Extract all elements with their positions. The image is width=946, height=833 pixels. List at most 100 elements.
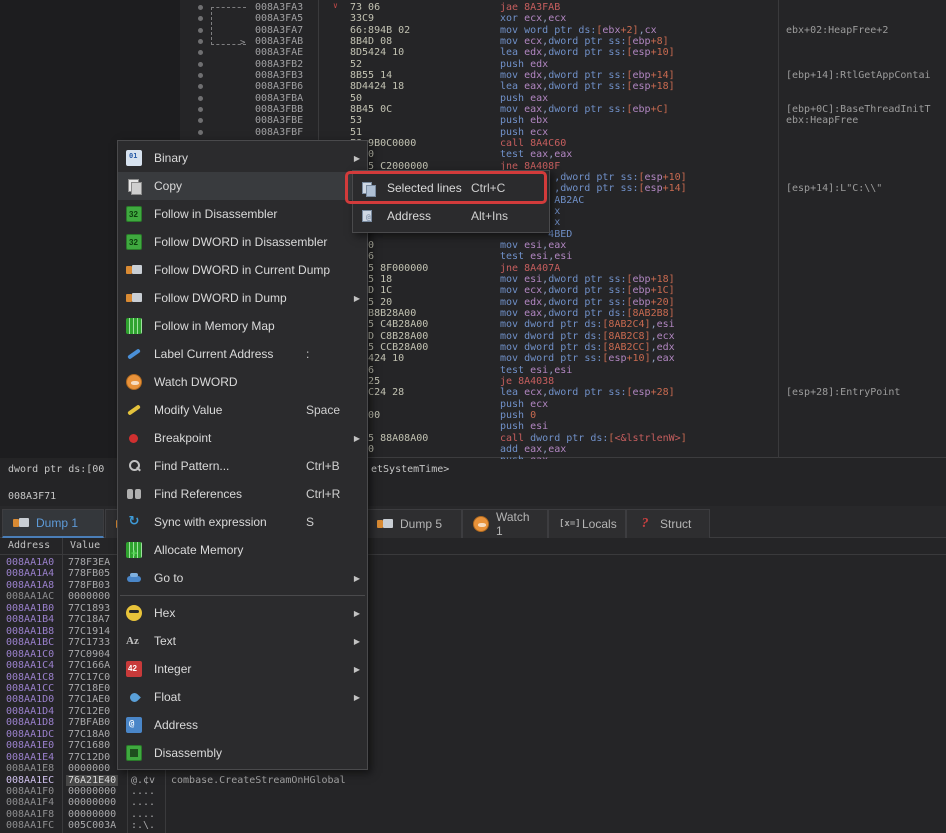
dump-value: 778F3EA bbox=[68, 557, 110, 568]
disasm-instruction: push eax bbox=[500, 93, 548, 104]
dump-value: 77C1AE0 bbox=[68, 694, 110, 705]
breakpoint-dot-icon[interactable] bbox=[198, 50, 203, 55]
menu-item-find-references[interactable]: Find ReferencesCtrl+R bbox=[118, 480, 367, 508]
disasm-bytes: 8B45 0C bbox=[350, 104, 392, 115]
breakpoint-dot-icon[interactable] bbox=[198, 96, 203, 101]
fox-icon bbox=[473, 516, 489, 532]
breakpoint-dot-icon[interactable] bbox=[198, 107, 203, 112]
dump-address: 008AA1D4 bbox=[6, 706, 54, 717]
dump-value: 005C003A bbox=[68, 820, 116, 831]
disasm-address: 008A3FB3 bbox=[255, 70, 303, 81]
disasm-row[interactable]: 008A3FBB8B45 0Cmov eax,dword ptr ss:[ebp… bbox=[0, 104, 946, 116]
menu-item-label-current-address[interactable]: Label Current Address: bbox=[118, 340, 367, 368]
tab-locals[interactable]: [x=]Locals bbox=[548, 509, 626, 538]
disasm-instruction: lea eax,dword ptr ss:[esp+18] bbox=[500, 81, 675, 92]
submenu-item-address[interactable]: AddressAlt+Ins bbox=[353, 202, 549, 230]
breakpoint-dot-icon[interactable] bbox=[198, 39, 203, 44]
menu-item-integer[interactable]: Integer▶ bbox=[118, 655, 367, 683]
dump-header-value: Value bbox=[70, 540, 100, 551]
disasm-instruction: lea edx,dword ptr ss:[esp+10] bbox=[500, 47, 675, 58]
breakpoint-dot-icon[interactable] bbox=[198, 5, 203, 10]
disasm-row[interactable]: 008A3FB68D4424 18lea eax,dword ptr ss:[e… bbox=[0, 81, 946, 93]
disasm-comment: [esp+28]:EntryPoint bbox=[786, 387, 900, 398]
disasm-instruction: push esi bbox=[500, 421, 548, 432]
dump-row[interactable]: 008AA1EC76A21E40@.¢vcombase.CreateStream… bbox=[0, 775, 946, 787]
dump-header-address: Address bbox=[8, 540, 50, 551]
disasm-address: 008A3FBA bbox=[255, 93, 303, 104]
menu-item-float[interactable]: Float▶ bbox=[118, 683, 367, 711]
menu-item-follow-in-memory-map[interactable]: Follow in Memory Map bbox=[118, 312, 367, 340]
tab-watch-1[interactable]: Watch 1 bbox=[462, 509, 548, 538]
tab-dump-5[interactable]: Dump 5 bbox=[366, 509, 462, 538]
disasm-address: 008A3FA7 bbox=[255, 25, 303, 36]
menu-item-copy[interactable]: Copy bbox=[118, 172, 367, 200]
breakpoint-dot-icon[interactable] bbox=[198, 62, 203, 67]
dump-value: 77C18A0 bbox=[68, 729, 110, 740]
disasm-instruction: mov eax,dword ptr ss:[ebp+C] bbox=[500, 104, 669, 115]
dump-value: 77C1680 bbox=[68, 740, 110, 751]
submenu-arrow-icon: ▶ bbox=[354, 693, 360, 702]
disasm-row[interactable]: 008A3FBF51push ecx bbox=[0, 127, 946, 139]
dump-value: 76A21E40 bbox=[66, 775, 118, 786]
menu-item-label: Find Pattern... bbox=[154, 459, 229, 473]
breakpoint-dot-icon[interactable] bbox=[198, 16, 203, 21]
menu-item-follow-dword-in-dump[interactable]: Follow DWORD in Dump▶ bbox=[118, 284, 367, 312]
disasm-row[interactable]: 008A3FB38B55 14mov edx,dword ptr ss:[ebp… bbox=[0, 70, 946, 82]
dump-address: 008AA1DC bbox=[6, 729, 54, 740]
menu-item-watch-dword[interactable]: Watch DWORD bbox=[118, 368, 367, 396]
disasm-row[interactable]: 008A3FA766:894B 02mov word ptr ds:[ebx+2… bbox=[0, 25, 946, 37]
dump-address: 008AA1AC bbox=[6, 591, 54, 602]
menu-item-address[interactable]: Address bbox=[118, 711, 367, 739]
dump-row[interactable]: 008AA1FC005C003A:.\. bbox=[0, 820, 946, 832]
disasm-address: 008A3FB2 bbox=[255, 59, 303, 70]
menu-item-label: Label Current Address bbox=[154, 347, 273, 361]
breakpoint-dot-icon[interactable] bbox=[198, 73, 203, 78]
dump-value: 77C166A bbox=[68, 660, 110, 671]
menu-item-text[interactable]: AzText▶ bbox=[118, 627, 367, 655]
menu-item-binary[interactable]: Binary▶ bbox=[118, 144, 367, 172]
dump-value: 77C18A7 bbox=[68, 614, 110, 625]
menu-item-find-pattern[interactable]: Find Pattern...Ctrl+B bbox=[118, 452, 367, 480]
disasm-row[interactable]: 008A3FA533C9xor ecx,ecx bbox=[0, 13, 946, 25]
menu-item-label: Modify Value bbox=[154, 403, 222, 417]
disasm-row[interactable]: 008A3FBA50push eax bbox=[0, 93, 946, 105]
menu-item-modify-value[interactable]: Modify ValueSpace bbox=[118, 396, 367, 424]
dump-row[interactable]: 008AA1F000000000.... bbox=[0, 786, 946, 798]
dump-address: 008AA1F8 bbox=[6, 809, 54, 820]
disasm-row[interactable]: 008A3FA3∨73 06jae 8A3FAB bbox=[0, 2, 946, 14]
disasm-address: 008A3FB6 bbox=[255, 81, 303, 92]
disasm-row[interactable]: 008A3FBE53push ebxebx:HeapFree bbox=[0, 115, 946, 127]
menu-item-follow-dword-in-disassembler[interactable]: Follow DWORD in Disassembler bbox=[118, 228, 367, 256]
comment-column-divider bbox=[778, 0, 779, 458]
menu-item-allocate-memory[interactable]: Allocate Memory bbox=[118, 536, 367, 564]
menu-item-label: Address bbox=[154, 718, 198, 732]
menu-item-disassembly[interactable]: Disassembly bbox=[118, 739, 367, 767]
breakpoint-dot-icon[interactable] bbox=[198, 118, 203, 123]
disasm-row[interactable]: 008A3FAB8B4D 08mov ecx,dword ptr ss:[ebp… bbox=[0, 36, 946, 48]
disasm-row[interactable]: 008A3FB252push edx bbox=[0, 59, 946, 71]
dump-value: 00000000 bbox=[68, 786, 116, 797]
dump-row[interactable]: 008AA1F400000000.... bbox=[0, 797, 946, 809]
breakpoint-dot-icon[interactable] bbox=[198, 130, 203, 135]
menu-item-sync-with-expression[interactable]: ↻Sync with expressionS bbox=[118, 508, 367, 536]
disasm-instruction: push 0 bbox=[500, 410, 536, 421]
breakpoint-dot-icon[interactable] bbox=[198, 28, 203, 33]
menu-item-go-to[interactable]: Go to▶ bbox=[118, 564, 367, 592]
tab-struct[interactable]: ?Struct bbox=[626, 509, 710, 538]
disasm-instruction: mov dword ptr ds:[8AB2C4],esi bbox=[500, 319, 675, 330]
menu-item-label: Sync with expression bbox=[154, 515, 267, 529]
dump-address: 008AA1EC bbox=[6, 775, 54, 786]
tab-dump-1[interactable]: Dump 1 bbox=[2, 509, 104, 538]
menu-item-follow-dword-in-current-dump[interactable]: Follow DWORD in Current Dump bbox=[118, 256, 367, 284]
dump-value: 77C12D0 bbox=[68, 752, 110, 763]
disasm-row[interactable]: 008A3FAE8D5424 10lea edx,dword ptr ss:[e… bbox=[0, 47, 946, 59]
dump-value: 00000000 bbox=[68, 809, 116, 820]
goto-car-icon bbox=[126, 570, 142, 586]
breakpoint-dot-icon[interactable] bbox=[198, 84, 203, 89]
dump-ascii: .... bbox=[131, 809, 155, 820]
disasm-bytes: 53 bbox=[350, 115, 362, 126]
menu-item-follow-in-disassembler[interactable]: Follow in Disassembler bbox=[118, 200, 367, 228]
dump-row[interactable]: 008AA1F8 00000000.... bbox=[0, 809, 946, 821]
menu-item-breakpoint[interactable]: Breakpoint▶ bbox=[118, 424, 367, 452]
menu-item-hex[interactable]: Hex▶ bbox=[118, 599, 367, 627]
